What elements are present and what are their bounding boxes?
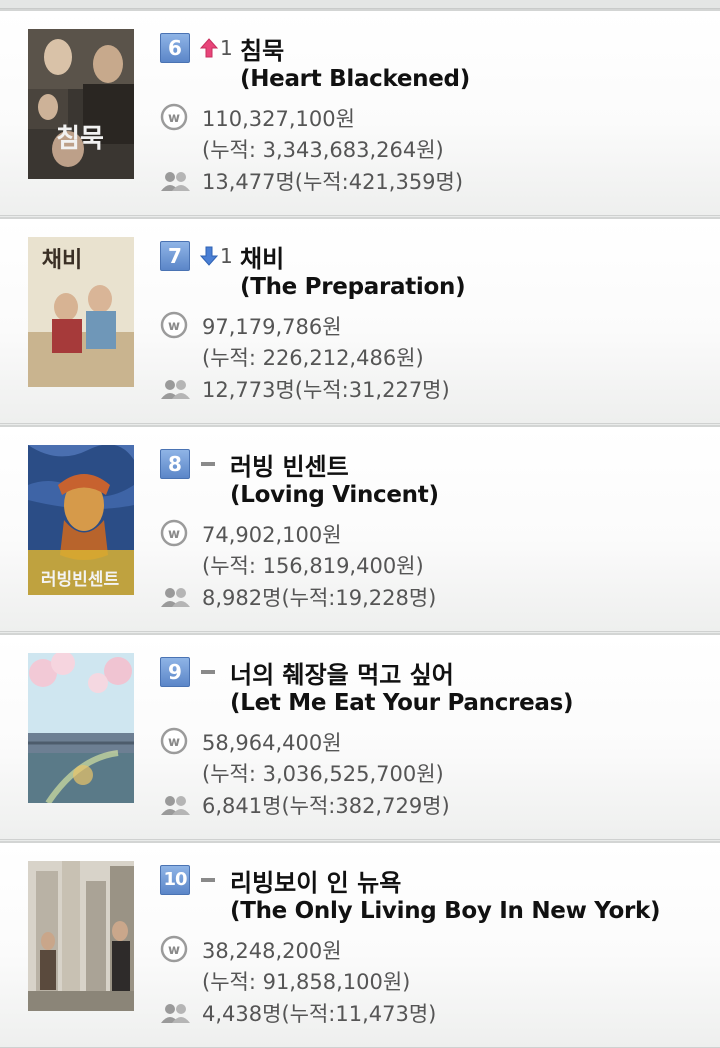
daily-revenue: 58,964,400원 [202,731,342,755]
audience-icon [160,587,190,607]
daily-revenue: 74,902,100원 [202,523,342,547]
cumulative-revenue: (누적: 3,036,525,700원) [202,762,444,786]
svg-text:w: w [168,111,180,126]
movie-list-item[interactable]: 10 리빙보이 인 뉴욕 (The Only Living Boy In New… [0,841,720,1048]
rank-change [200,451,216,477]
movie-list-item[interactable]: 침묵 6 1 침묵 (Heart Blackened) w 110,327,10… [0,9,720,216]
rank-change [200,867,216,893]
cumulative-revenue: (누적: 226,212,486원) [202,346,424,370]
audience-count: 12,773명(누적:31,227명) [202,378,450,402]
rank-change-number: 1 [220,36,233,60]
won-revenue-icon: w [160,103,188,131]
up-arrow-icon [200,38,218,58]
movie-title-korean[interactable]: 너의 췌장을 먹고 싶어 [230,655,454,690]
movie-list-item[interactable]: 채비 7 1 채비 (The Preparation) w 97,179,786… [0,217,720,424]
audience-icon [160,171,190,191]
audience-count: 6,841명(누적:382,729명) [202,794,450,818]
rank-change: 1 [200,243,233,269]
movie-poster[interactable] [28,653,134,803]
won-revenue-icon: w [160,519,188,547]
audience-count: 4,438명(누적:11,473명) [202,1002,437,1026]
movie-list-item[interactable]: 러빙빈센트 8 러빙 빈센트 (Loving Vincent) w 74,902… [0,425,720,632]
movie-poster[interactable]: 러빙빈센트 [28,445,134,595]
poster-image-preparation: 채비 [28,237,134,387]
won-revenue-icon: w [160,935,188,963]
svg-text:w: w [168,319,180,334]
movie-title-korean[interactable]: 채비 [240,239,284,274]
cumulative-revenue: (누적: 3,343,683,264원) [202,138,444,162]
svg-text:w: w [168,943,180,958]
daily-revenue: 97,179,786원 [202,315,342,339]
svg-text:w: w [168,527,180,542]
won-revenue-icon: w [160,311,188,339]
movie-poster[interactable] [28,861,134,1011]
audience-icon [160,379,190,399]
movie-title-english: (Heart Blackened) [240,66,470,92]
svg-text:w: w [168,735,180,750]
movie-title-korean[interactable]: 러빙 빈센트 [230,447,349,482]
rank-change-number: 1 [220,244,233,268]
movie-title-english: (Let Me Eat Your Pancreas) [230,690,574,716]
movie-list-item[interactable]: 9 너의 췌장을 먹고 싶어 (Let Me Eat Your Pancreas… [0,633,720,840]
movie-title-korean[interactable]: 리빙보이 인 뉴욕 [230,863,401,898]
movie-title-english: (The Preparation) [240,274,466,300]
rank-badge: 10 [160,865,190,895]
svg-text:러빙빈센트: 러빙빈센트 [41,570,120,590]
movie-poster[interactable]: 침묵 [28,29,134,179]
box-office-list: 침묵 6 1 침묵 (Heart Blackened) w 110,327,10… [0,0,720,1048]
list-top-border [0,0,720,9]
no-change-dash-icon [201,670,215,674]
rank-change [200,659,216,685]
rank-badge: 7 [160,241,190,271]
cumulative-revenue: (누적: 91,858,100원) [202,970,411,994]
audience-icon [160,1003,190,1023]
no-change-dash-icon [201,878,215,882]
svg-text:채비: 채비 [42,248,82,273]
movie-title-korean[interactable]: 침묵 [240,31,284,66]
rank-badge: 8 [160,449,190,479]
won-revenue-icon: w [160,727,188,755]
rank-change: 1 [200,35,233,61]
movie-poster[interactable]: 채비 [28,237,134,387]
movie-title-english: (The Only Living Boy In New York) [230,898,661,924]
audience-icon [160,795,190,815]
no-change-dash-icon [201,462,215,466]
down-arrow-icon [200,246,218,266]
audience-count: 13,477명(누적:421,359명) [202,170,464,194]
svg-text:침묵: 침묵 [56,124,104,154]
daily-revenue: 110,327,100원 [202,107,355,131]
audience-count: 8,982명(누적:19,228명) [202,586,437,610]
poster-image-loving-vincent: 러빙빈센트 [28,445,134,595]
poster-image-silence: 침묵 [28,29,134,179]
poster-image-living-boy [28,861,134,1011]
movie-title-english: (Loving Vincent) [230,482,439,508]
cumulative-revenue: (누적: 156,819,400원) [202,554,424,578]
rank-badge: 9 [160,657,190,687]
poster-image-pancreas [28,653,134,803]
rank-badge: 6 [160,33,190,63]
daily-revenue: 38,248,200원 [202,939,342,963]
